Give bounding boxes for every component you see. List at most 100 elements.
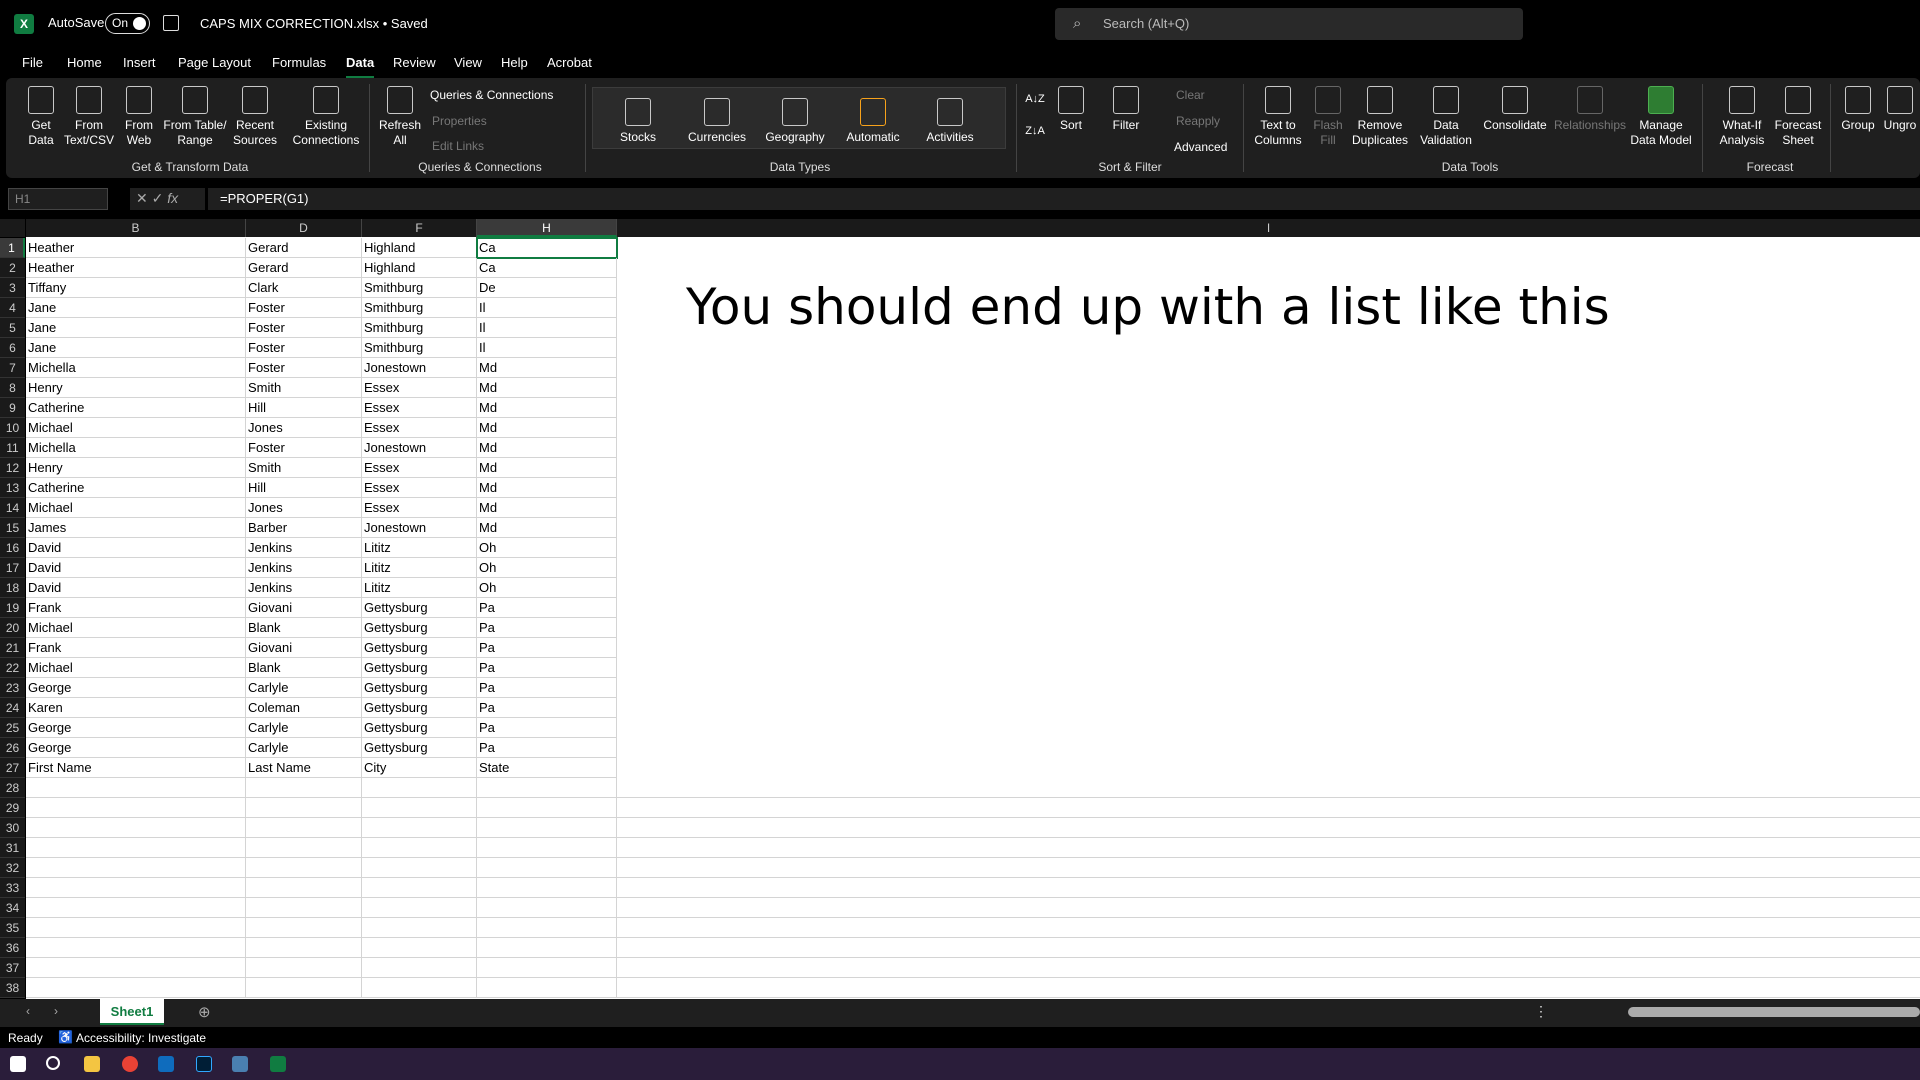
cell[interactable]: Pa xyxy=(477,618,617,638)
row-header[interactable]: 25 xyxy=(0,718,25,738)
cell[interactable]: Essex xyxy=(362,458,477,478)
sort-descending-button[interactable]: Z↓A xyxy=(1024,124,1046,139)
cell[interactable]: Catherine xyxy=(26,398,246,418)
cell[interactable]: Highland xyxy=(362,258,477,278)
cell[interactable]: De xyxy=(477,278,617,298)
from-text-csv-button[interactable]: From Text/CSV xyxy=(64,86,114,148)
get-data-button[interactable]: Get Data xyxy=(20,86,62,148)
cell[interactable]: Jonestown xyxy=(362,358,477,378)
refresh-all-button[interactable]: Refresh All xyxy=(378,86,422,148)
cell[interactable] xyxy=(246,978,362,998)
cell[interactable]: Jane xyxy=(26,298,246,318)
cell[interactable]: Jenkins xyxy=(246,558,362,578)
row-header[interactable]: 4 xyxy=(0,298,25,318)
cell[interactable] xyxy=(26,958,246,978)
cell[interactable] xyxy=(246,858,362,878)
cell[interactable]: Smithburg xyxy=(362,298,477,318)
cell[interactable]: Giovani xyxy=(246,598,362,618)
cell[interactable]: Gettysburg xyxy=(362,658,477,678)
column-header-h[interactable]: H xyxy=(477,219,617,237)
currencies-button[interactable]: Currencies xyxy=(684,98,750,145)
row-header[interactable]: 31 xyxy=(0,838,25,858)
cell[interactable]: Michella xyxy=(26,358,246,378)
cell[interactable]: Md xyxy=(477,458,617,478)
cell[interactable]: Smith xyxy=(246,378,362,398)
column-header-i[interactable]: I xyxy=(617,219,1920,237)
instruction-text-box[interactable]: You should end up with a list like this xyxy=(686,278,1610,336)
cell[interactable]: Essex xyxy=(362,478,477,498)
cell[interactable]: Carlyle xyxy=(246,718,362,738)
excel-taskbar-icon[interactable] xyxy=(270,1056,286,1072)
cell[interactable] xyxy=(26,798,246,818)
cell[interactable] xyxy=(246,838,362,858)
row-header[interactable]: 9 xyxy=(0,398,25,418)
tab-formulas[interactable]: Formulas xyxy=(272,55,326,70)
cell[interactable]: Md xyxy=(477,398,617,418)
remove-duplicates-button[interactable]: Remove Duplicates xyxy=(1352,86,1408,148)
cell[interactable]: Jenkins xyxy=(246,578,362,598)
cell[interactable]: Oh xyxy=(477,538,617,558)
cell[interactable]: Essex xyxy=(362,418,477,438)
row-header[interactable]: 18 xyxy=(0,578,25,598)
activities-button[interactable]: Activities xyxy=(920,98,980,145)
cell[interactable] xyxy=(26,938,246,958)
cell[interactable]: Gettysburg xyxy=(362,718,477,738)
cell[interactable]: Jane xyxy=(26,318,246,338)
cell[interactable]: Oh xyxy=(477,558,617,578)
cell[interactable]: Carlyle xyxy=(246,678,362,698)
cell[interactable]: Smithburg xyxy=(362,318,477,338)
cell[interactable]: Md xyxy=(477,478,617,498)
cell[interactable]: Gerard xyxy=(246,238,362,258)
cell[interactable] xyxy=(362,958,477,978)
cell[interactable]: Michael xyxy=(26,498,246,518)
row-header[interactable]: 15 xyxy=(0,518,25,538)
cell[interactable]: George xyxy=(26,718,246,738)
row-header[interactable]: 1 xyxy=(0,238,25,258)
cell[interactable]: Michella xyxy=(26,438,246,458)
cell[interactable]: Essex xyxy=(362,498,477,518)
cell[interactable]: Barber xyxy=(246,518,362,538)
row-header[interactable]: 20 xyxy=(0,618,25,638)
cell[interactable]: Oh xyxy=(477,578,617,598)
tab-view[interactable]: View xyxy=(454,55,482,70)
accessibility-status[interactable]: Accessibility: Investigate xyxy=(76,1031,206,1045)
row-header[interactable]: 3 xyxy=(0,278,25,298)
cell[interactable] xyxy=(26,898,246,918)
cell[interactable]: Foster xyxy=(246,338,362,358)
more-options-icon[interactable]: ⋮ xyxy=(1534,1003,1548,1020)
forecast-sheet-button[interactable]: Forecast Sheet xyxy=(1770,86,1826,148)
cell[interactable]: Heather xyxy=(26,258,246,278)
cell[interactable]: Carlyle xyxy=(246,738,362,758)
cell[interactable] xyxy=(362,798,477,818)
cell[interactable]: Ca xyxy=(477,258,617,278)
tab-acrobat[interactable]: Acrobat xyxy=(547,55,592,70)
function-icon[interactable]: fx xyxy=(167,190,178,206)
cell[interactable]: Il xyxy=(477,298,617,318)
sort-ascending-button[interactable]: A↓Z xyxy=(1024,92,1046,107)
row-header[interactable]: 7 xyxy=(0,358,25,378)
cell[interactable]: Gettysburg xyxy=(362,698,477,718)
row-header[interactable]: 14 xyxy=(0,498,25,518)
tab-insert[interactable]: Insert xyxy=(123,55,156,70)
cell[interactable] xyxy=(477,798,617,818)
cell[interactable]: Pa xyxy=(477,598,617,618)
cell[interactable]: Jones xyxy=(246,418,362,438)
enter-icon[interactable]: ✓ xyxy=(152,190,164,206)
row-header[interactable]: 23 xyxy=(0,678,25,698)
formula-input[interactable]: =PROPER(G1) xyxy=(208,188,1920,210)
cell[interactable]: Henry xyxy=(26,458,246,478)
cell[interactable]: Pa xyxy=(477,678,617,698)
column-header-d[interactable]: D xyxy=(246,219,362,237)
row-header[interactable]: 17 xyxy=(0,558,25,578)
cell[interactable] xyxy=(362,938,477,958)
row-header[interactable]: 26 xyxy=(0,738,25,758)
automatic-button[interactable]: Automatic xyxy=(842,98,904,145)
row-header[interactable]: 12 xyxy=(0,458,25,478)
sheet-tab-sheet1[interactable]: Sheet1 xyxy=(100,999,164,1025)
row-header[interactable]: 35 xyxy=(0,918,25,938)
tab-data[interactable]: Data xyxy=(346,55,375,79)
search-box[interactable]: ⌕ Search (Alt+Q) xyxy=(1055,8,1523,40)
cell[interactable]: Jenkins xyxy=(246,538,362,558)
group-button[interactable]: Group xyxy=(1836,86,1880,133)
consolidate-button[interactable]: Consolidate xyxy=(1480,86,1550,133)
